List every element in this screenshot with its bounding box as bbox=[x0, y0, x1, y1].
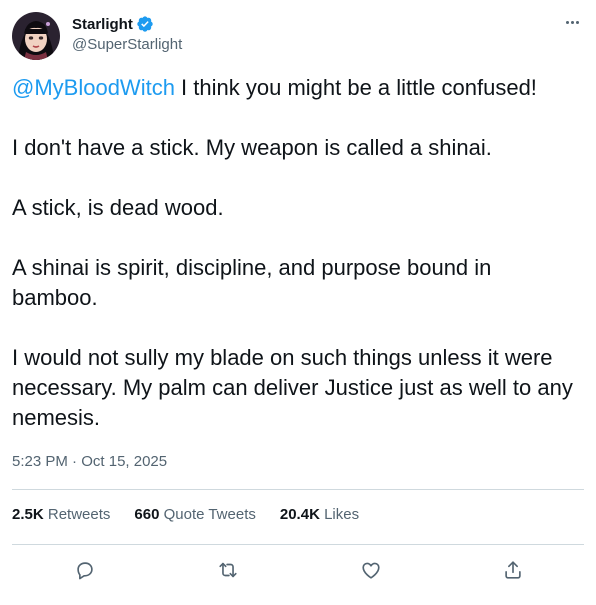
quote-tweets-stat[interactable]: 660 Quote Tweets bbox=[134, 506, 255, 523]
tweet-card: Starlight @SuperStarlight @MyBloodWitch … bbox=[0, 0, 596, 605]
avatar-image bbox=[12, 12, 60, 60]
retweets-label: Retweets bbox=[43, 506, 111, 523]
tweet-paragraph: I don't have a stick. My weapon is calle… bbox=[12, 135, 492, 160]
tweet-paragraph-text: I think you might be a little confused! bbox=[174, 75, 537, 100]
author-handle[interactable]: @SuperStarlight bbox=[72, 36, 182, 53]
more-dot bbox=[570, 20, 574, 24]
tweet-paragraph: A stick, is dead wood. bbox=[12, 195, 224, 220]
retweet-icon[interactable] bbox=[215, 557, 241, 583]
tweet-text: @MyBloodWitch I think you might be a lit… bbox=[12, 73, 582, 433]
quote-tweets-label: Quote Tweets bbox=[159, 506, 256, 523]
divider bbox=[12, 544, 584, 545]
tweet-time[interactable]: 5:23 PM bbox=[12, 453, 68, 470]
verified-badge-icon bbox=[136, 15, 154, 33]
retweets-stat[interactable]: 2.5K Retweets bbox=[12, 506, 110, 523]
tweet-paragraph: A shinai is spirit, discipline, and purp… bbox=[12, 255, 492, 310]
more-dot bbox=[575, 20, 579, 24]
display-name[interactable]: Starlight bbox=[72, 16, 133, 33]
more-dot bbox=[565, 20, 569, 24]
retweets-count: 2.5K bbox=[12, 506, 44, 523]
tweet-header: Starlight @SuperStarlight bbox=[12, 12, 584, 60]
tweet-stats: 2.5K Retweets 660 Quote Tweets 20.4K Lik… bbox=[12, 506, 383, 523]
share-icon[interactable] bbox=[500, 557, 526, 583]
author-names: Starlight @SuperStarlight bbox=[72, 14, 182, 54]
tweet-date[interactable]: Oct 15, 2025 bbox=[81, 453, 167, 470]
quote-tweets-count: 660 bbox=[134, 506, 160, 523]
mention-link[interactable]: @MyBloodWitch bbox=[12, 75, 175, 100]
avatar[interactable] bbox=[12, 12, 60, 60]
display-name-row: Starlight bbox=[72, 14, 182, 34]
divider bbox=[12, 489, 584, 490]
likes-count: 20.4K bbox=[279, 506, 320, 523]
like-icon[interactable] bbox=[358, 557, 384, 583]
likes-stat[interactable]: 20.4K Likes bbox=[280, 506, 359, 523]
more-options-icon[interactable] bbox=[560, 12, 584, 32]
reply-icon[interactable] bbox=[72, 557, 98, 583]
timestamp-separator: · bbox=[67, 453, 82, 470]
tweet-paragraph: I would not sully my blade on such thing… bbox=[12, 345, 573, 430]
tweet-paragraph: @MyBloodWitch I think you might be a lit… bbox=[12, 73, 582, 103]
tweet-actions bbox=[12, 557, 584, 583]
tweet-timestamp: 5:23 PM · Oct 15, 2025 bbox=[12, 453, 167, 470]
likes-label: Likes bbox=[319, 506, 360, 523]
